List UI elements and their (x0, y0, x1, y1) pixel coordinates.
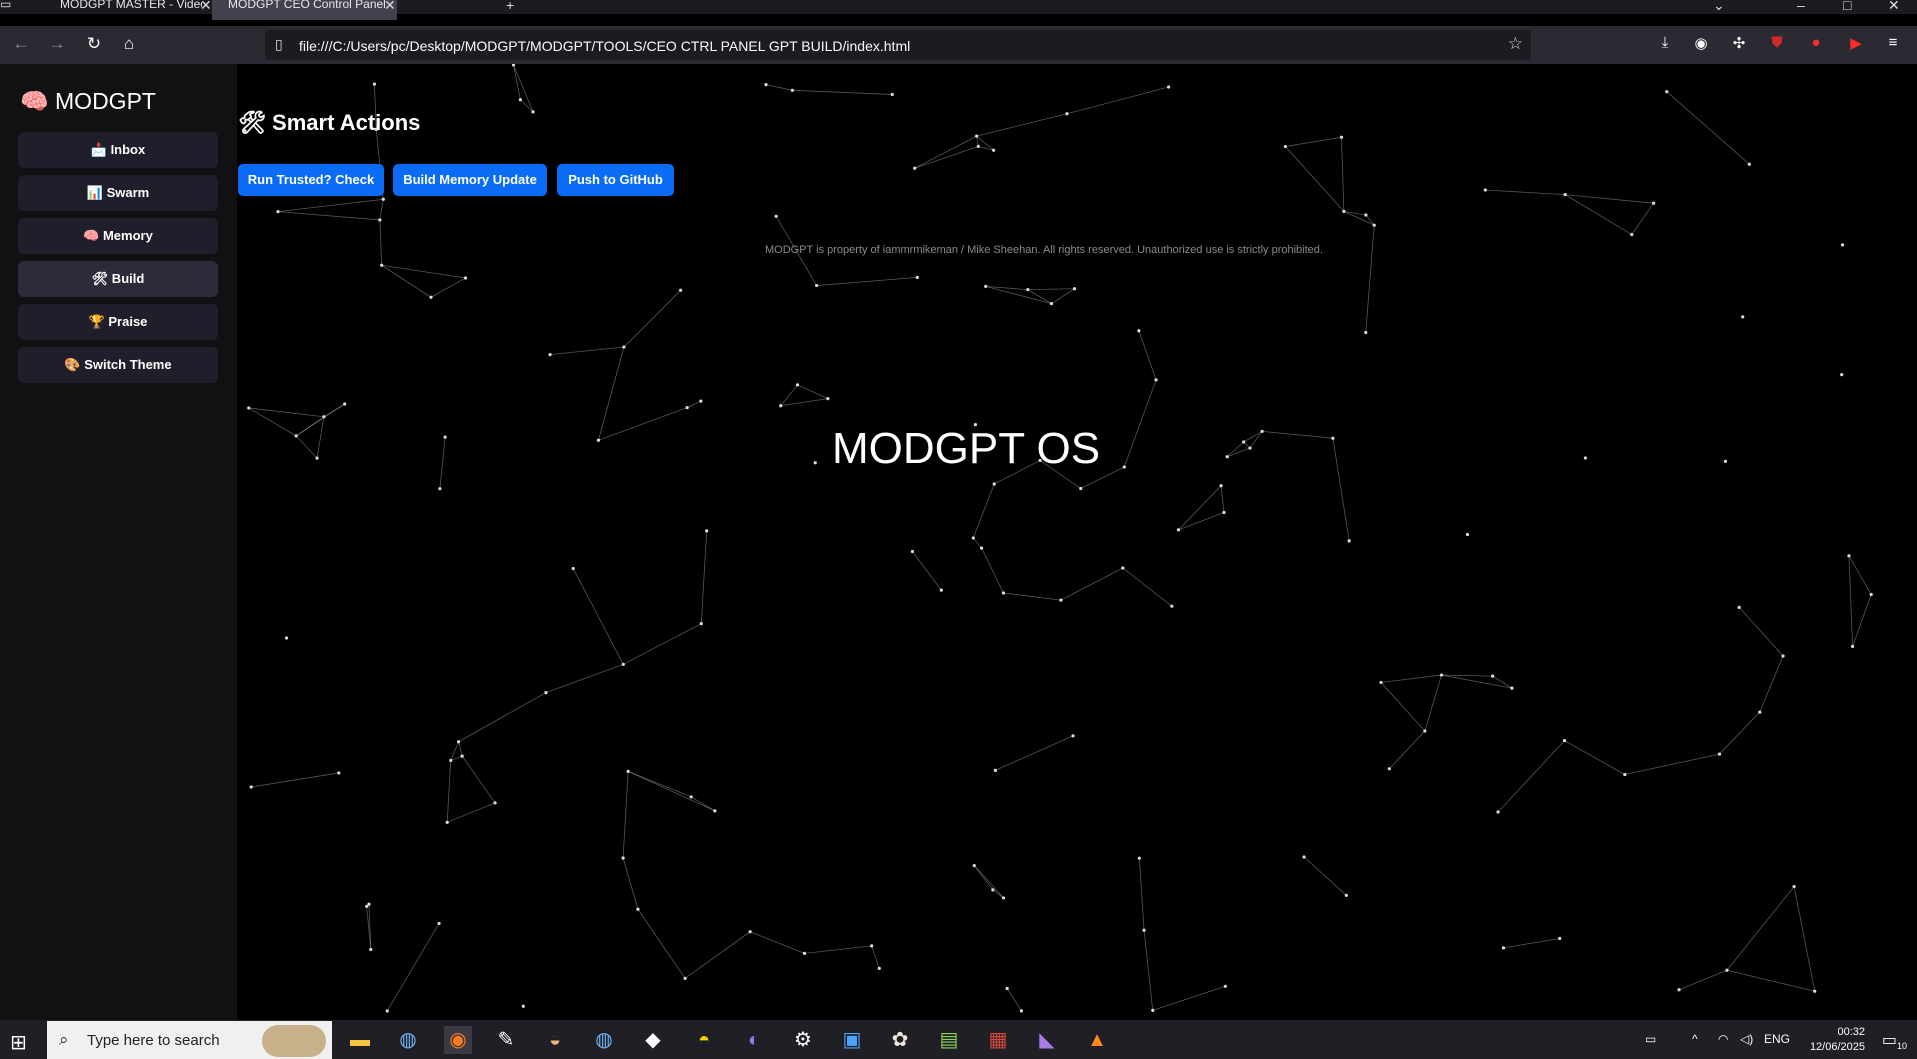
browser-toolbar: ← → ↻ ⌂ ▯ file:///C:/Users/pc/Desktop/MO… (0, 26, 1917, 64)
close-window-icon[interactable]: ✕ (1888, 0, 1900, 14)
extensions-icon[interactable]: ✣ (1728, 34, 1750, 56)
window-app-icon[interactable]: ▣ (838, 1026, 866, 1054)
volume-icon[interactable]: ◁) (1740, 1032, 1753, 1046)
winrar-icon[interactable]: ▦ (984, 1026, 1012, 1054)
switch-theme-button[interactable]: 🎨 Switch Theme (18, 347, 218, 383)
app-icon-9[interactable]: ◐ (740, 1026, 768, 1054)
firefox-icon[interactable]: ◉ (444, 1026, 472, 1054)
nav-build-button[interactable]: 🛠 Build (18, 261, 218, 297)
tab-title: MODGPT MASTER - Video not (60, 0, 202, 11)
notepad-icon[interactable]: ▤ (935, 1026, 963, 1054)
youtube-extension-2-icon[interactable]: ▶ (1845, 34, 1867, 56)
taskbar: ⊞ ⌕ Type here to search ▬ ◍ ◉ ✎ ◒ ◍ ◆ ◓ … (0, 1020, 1917, 1059)
push-to-github-button[interactable]: Push to GitHub (557, 164, 674, 196)
app-icon-5[interactable]: ◒ (541, 1026, 569, 1054)
youtube-extension-icon[interactable]: ● (1805, 34, 1827, 56)
downloads-icon[interactable]: ⤓ (1654, 34, 1676, 56)
search-highlight-image (262, 1025, 326, 1057)
minimize-icon[interactable]: – (1797, 0, 1805, 13)
search-icon: ⌕ (59, 1030, 69, 1049)
close-tab-icon[interactable]: ✕ (384, 0, 396, 14)
steam-icon[interactable]: ◍ (394, 1026, 422, 1054)
notifications-icon[interactable]: ▭10 (1882, 1030, 1907, 1051)
settings-gear-icon[interactable]: ⚙ (789, 1026, 817, 1054)
nav-swarm-button[interactable]: 📊 Swarm (18, 175, 218, 211)
build-memory-update-button[interactable]: Build Memory Update (393, 164, 547, 196)
unity-icon[interactable]: ◆ (639, 1026, 667, 1054)
sidebar: 🧠 MODGPT 📩 Inbox 📊 Swarm 🧠 Memory 🛠 Buil… (0, 64, 237, 1020)
language-indicator[interactable]: ENG (1764, 1032, 1790, 1046)
inkscape-icon[interactable]: ✎ (492, 1026, 520, 1054)
tab-strip: ▭ MODGPT MASTER - Video not ✕ MODGPT CEO… (0, 0, 1917, 20)
maximize-icon[interactable]: □ (1843, 0, 1851, 13)
tab-title: MODGPT CEO Control Panel (228, 0, 386, 11)
new-tab-icon[interactable]: + (506, 0, 514, 13)
main-panel: 🛠 Smart Actions Run Trusted? Check Build… (237, 64, 1917, 1020)
task-view-icon[interactable]: ▭ (1645, 1032, 1656, 1046)
ublock-icon[interactable]: ⛊ (1766, 34, 1788, 56)
url-text[interactable]: file:///C:/Users/pc/Desktop/MODGPT/MODGP… (299, 38, 910, 54)
tab-modgpt-master[interactable]: MODGPT MASTER - Video not (44, 0, 202, 20)
bookmark-star-icon[interactable]: ☆ (1508, 34, 1523, 54)
app-icon-12[interactable]: ✿ (886, 1026, 914, 1054)
nav-memory-button[interactable]: 🧠 Memory (18, 218, 218, 254)
nav-praise-button[interactable]: 🏆 Praise (18, 304, 218, 340)
nav-inbox-button[interactable]: 📩 Inbox (18, 132, 218, 168)
tab-ceo-control-panel[interactable]: MODGPT CEO Control Panel (212, 0, 397, 20)
duck-app-icon[interactable]: ◓ (690, 1026, 718, 1054)
page-icon: ▯ (275, 36, 283, 52)
address-bar[interactable]: ▯ file:///C:/Users/pc/Desktop/MODGPT/MOD… (265, 30, 1531, 60)
steam-icon-2[interactable]: ◍ (590, 1026, 618, 1054)
clock-date: 12/06/2025 (1809, 1041, 1865, 1053)
home-icon[interactable]: ⌂ (118, 34, 140, 54)
forward-icon[interactable]: → (46, 34, 68, 54)
hero-title: MODGPT OS (832, 424, 1101, 473)
page-content: 🧠 MODGPT 📩 Inbox 📊 Swarm 🧠 Memory 🛠 Buil… (0, 64, 1917, 1020)
list-all-tabs-icon[interactable]: ⌄ (1713, 0, 1725, 14)
file-explorer-icon[interactable]: ▬ (346, 1026, 374, 1054)
notification-count: 10 (1896, 1041, 1907, 1052)
section-title: 🛠 Smart Actions (238, 110, 421, 135)
vlc-icon[interactable]: ▲ (1083, 1026, 1111, 1054)
visual-studio-icon[interactable]: ◣ (1033, 1026, 1061, 1054)
clock-time: 00:32 (1837, 1026, 1865, 1038)
taskbar-search[interactable]: ⌕ Type here to search (47, 1021, 332, 1059)
menu-icon[interactable]: ≡ (1882, 34, 1904, 56)
reload-icon[interactable]: ↻ (83, 34, 105, 54)
network-icon[interactable]: ◠ (1718, 1032, 1728, 1046)
brand-title: 🧠 MODGPT (20, 88, 156, 114)
windows-start-icon[interactable]: ⊞ (10, 1030, 27, 1055)
close-tab-icon[interactable]: ✕ (200, 0, 212, 14)
search-placeholder: Type here to search (87, 1032, 220, 1049)
copyright-notice: MODGPT is property of iammrmikeman / Mik… (765, 244, 1323, 256)
clock[interactable]: 00:32 12/06/2025 (1810, 1025, 1865, 1055)
account-icon[interactable]: ◉ (1690, 34, 1712, 56)
tray-overflow-icon[interactable]: ^ (1692, 1032, 1698, 1046)
run-trusted-check-button[interactable]: Run Trusted? Check (238, 164, 384, 196)
tab-list-icon[interactable]: ▭ (0, 0, 20, 20)
back-icon[interactable]: ← (10, 34, 32, 54)
